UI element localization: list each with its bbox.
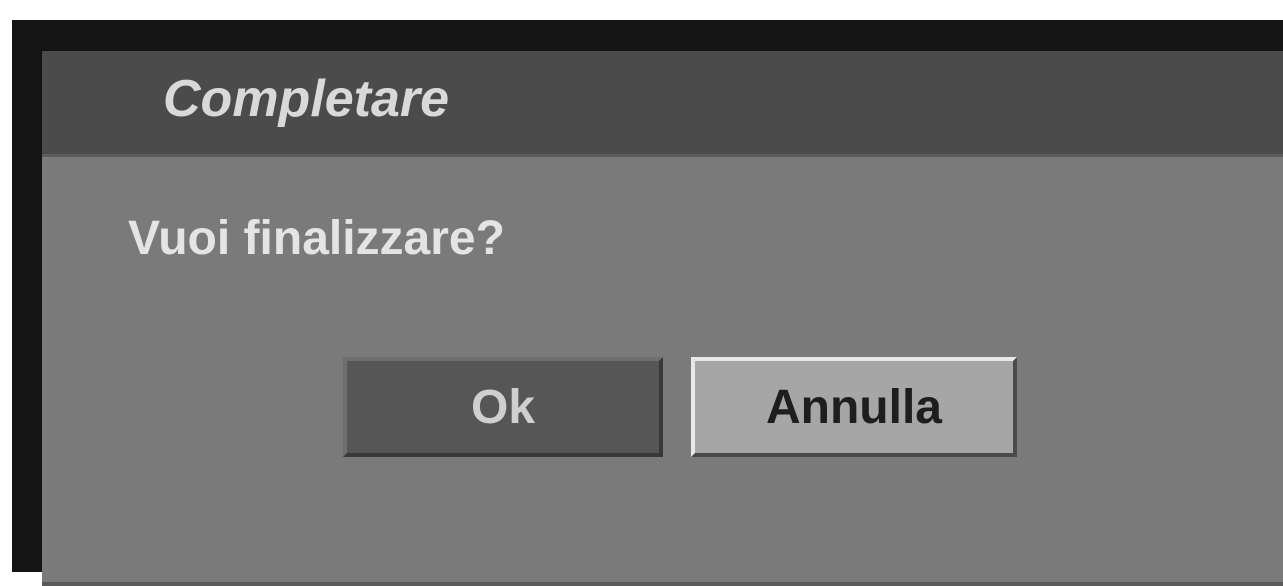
dialog-message: Vuoi finalizzare? [128, 212, 505, 265]
cancel-button-label: Annulla [766, 380, 942, 434]
finalize-dialog: Completare Vuoi finalizzare? Ok Annulla [42, 51, 1283, 586]
dialog-title-bar: Completare [42, 51, 1283, 157]
ok-button[interactable]: Ok [343, 357, 663, 457]
cancel-button[interactable]: Annulla [691, 357, 1017, 457]
ok-button-label: Ok [470, 380, 536, 434]
screen-frame: Completare Vuoi finalizzare? Ok Annulla [12, 20, 1283, 586]
dialog-title: Completare [163, 70, 450, 128]
